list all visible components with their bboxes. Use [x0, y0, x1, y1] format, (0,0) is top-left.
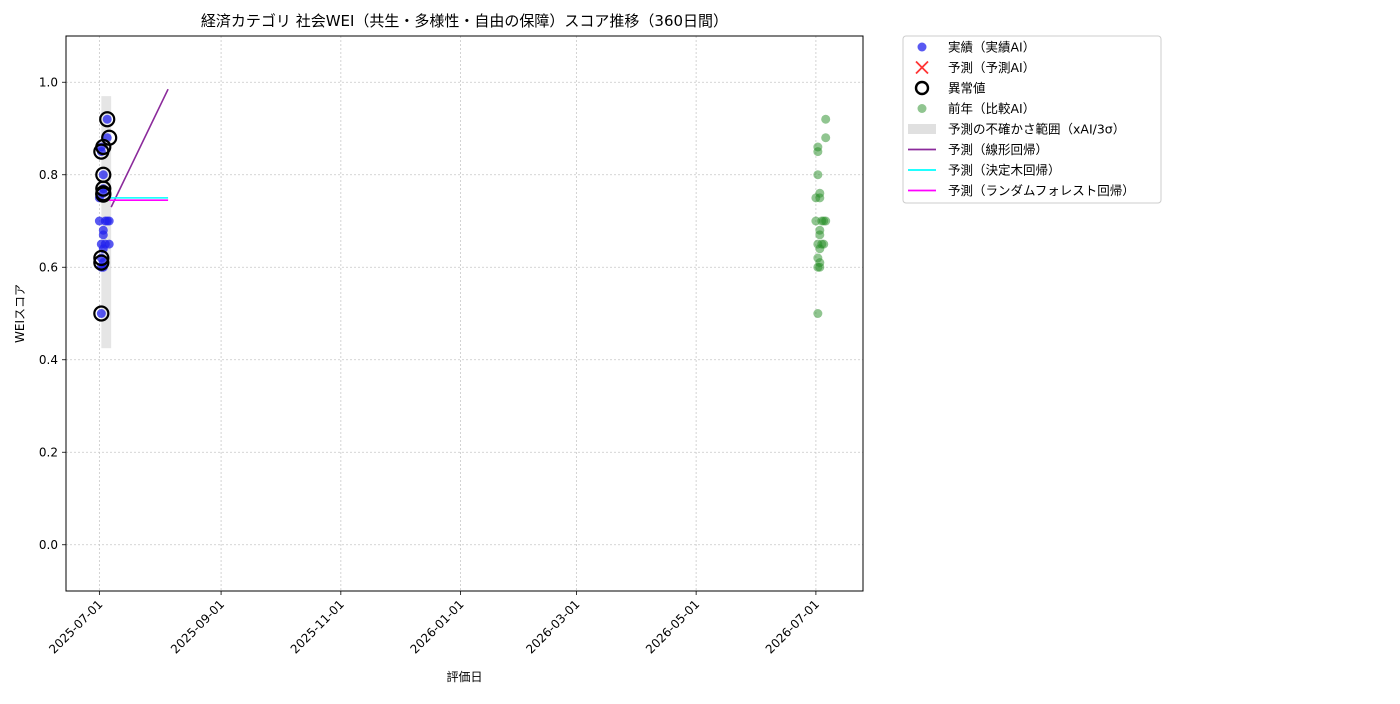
chart-svg: 0.0 0.2 0.4 0.6 0.8 1.0 2025-07-01 2025-09-01 20… — [13, 12, 1162, 684]
previous-year-point — [819, 239, 829, 249]
axis-layer: 0.0 0.2 0.4 0.6 0.8 1.0 2025-07-01 2025-09-01 20… — [39, 75, 822, 656]
x-axis-label: 評価日 — [446, 669, 482, 684]
previous-year-point — [821, 133, 831, 143]
legend-label: 予測の不確かさ範囲（xAI/3σ） — [948, 122, 1125, 137]
y-tick-label: 0.0 — [39, 538, 58, 552]
actual-point — [104, 216, 114, 226]
previous-year-point — [821, 114, 831, 124]
y-tick-label: 1.0 — [39, 75, 58, 89]
previous-year-point — [813, 309, 823, 318]
y-tick-label: 0.8 — [39, 168, 58, 182]
legend-label: 異常値 — [948, 81, 986, 96]
legend-previous-year-swatch — [917, 104, 927, 113]
previous-year-point — [813, 142, 823, 152]
actual-point — [98, 230, 108, 240]
previous-year-point — [821, 216, 831, 226]
previous-year-point — [815, 230, 825, 240]
y-axis-label: WEIスコア — [13, 284, 27, 343]
legend-label: 予測（予測AI） — [948, 60, 1035, 75]
point-layer — [94, 114, 831, 318]
actual-point — [98, 170, 108, 180]
legend-uncertainty-swatch — [908, 124, 936, 134]
legend-actual-swatch — [917, 42, 927, 52]
y-tick-label: 0.2 — [39, 445, 58, 459]
legend: 実績（実績AI） 予測（予測AI） 異常値前年（比較AI） 予測の不確かさ範囲（xAI… — [902, 35, 1162, 204]
legend-label: 実績（実績AI） — [948, 40, 1035, 55]
legend-label: 前年（比較AI） — [948, 101, 1035, 116]
actual-point — [102, 114, 112, 124]
x-tick-label: 2026-03-01 — [523, 597, 582, 656]
x-tick-label: 2025-11-01 — [288, 597, 347, 656]
x-tick-label: 2026-07-01 — [763, 597, 822, 656]
previous-year-point — [815, 193, 825, 203]
legend-label: 予測（線形回帰） — [948, 142, 1048, 157]
grid-layer — [66, 36, 863, 591]
previous-year-point — [813, 170, 823, 180]
x-tick-label: 2026-01-01 — [407, 597, 466, 656]
plot-frame — [65, 35, 864, 592]
linear-regression-line — [110, 88, 169, 208]
line-layer — [109, 88, 169, 208]
y-tick-label: 0.4 — [39, 353, 58, 367]
actual-point — [96, 309, 106, 318]
x-tick-label: 2026-05-01 — [643, 597, 702, 656]
y-tick-label: 0.6 — [39, 260, 58, 274]
legend-label: 予測（ランダムフォレスト回帰） — [948, 183, 1135, 198]
chart-title: 経済カテゴリ 社会WEI（共生・多様性・自由の保障）スコア推移（360日間） — [201, 12, 728, 30]
previous-year-point — [815, 262, 825, 272]
x-tick-label: 2025-09-01 — [168, 597, 227, 656]
legend-label: 予測（決定木回帰） — [948, 163, 1061, 178]
chart-root: 0.0 0.2 0.4 0.6 0.8 1.0 2025-07-01 2025-09-01 20… — [0, 0, 1400, 700]
actual-point — [104, 239, 114, 249]
x-tick-label: 2025-07-01 — [46, 597, 105, 656]
